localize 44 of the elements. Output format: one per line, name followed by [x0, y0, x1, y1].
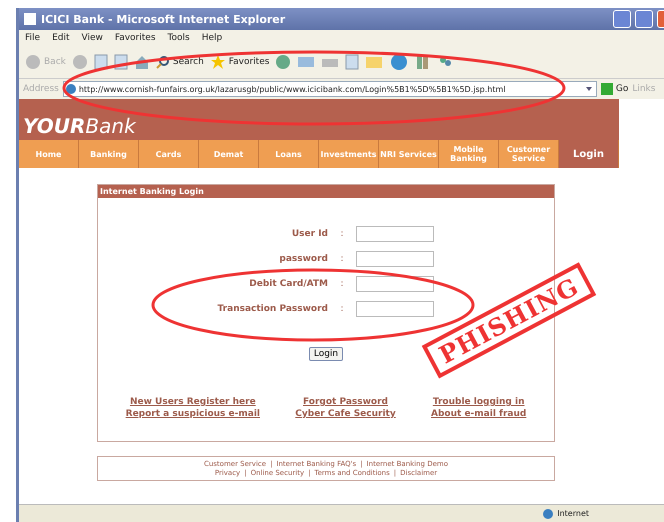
address-label: Address [23, 84, 59, 94]
link[interactable]: Forgot Password [303, 397, 388, 407]
link[interactable]: Report a suspicious e-mail [126, 409, 260, 419]
toolbar-button[interactable] [94, 54, 108, 70]
zone-label: Internet [557, 509, 589, 518]
colon: : [339, 304, 345, 314]
toolbar-button[interactable]: Favorites [210, 54, 270, 70]
login-button[interactable]: Login [308, 347, 344, 361]
address-field[interactable]: http://www.cornish-funfairs.org.uk/lazarusgb/public/www.icicibank.com/Login%5B1%5D%5B1%5D.jsp.html [62, 81, 597, 97]
toolbar-button[interactable] [345, 54, 360, 70]
link[interactable]: About e-mail fraud [431, 409, 526, 419]
star-icon [210, 54, 226, 70]
menu-item[interactable]: View [82, 33, 103, 43]
browser-icon [23, 12, 37, 26]
field-label: password [278, 254, 328, 264]
menu-item[interactable]: Tools [168, 33, 190, 43]
logo: YOURBank [22, 113, 138, 140]
home-icon [134, 54, 150, 70]
menu-item[interactable]: Help [202, 33, 222, 43]
input-field[interactable] [356, 251, 434, 267]
minimize-button[interactable] [613, 10, 631, 28]
toolbar-button[interactable] [134, 54, 150, 70]
panel-title: Internet Banking Login [98, 185, 554, 198]
input-field[interactable] [356, 301, 434, 317]
menu-item[interactable]: File [25, 33, 40, 43]
maximize-button[interactable] [635, 10, 653, 28]
field-label: User Id [290, 229, 328, 239]
page-icon [345, 54, 360, 70]
field-label: Transaction Password [216, 304, 328, 314]
input-field[interactable] [356, 226, 434, 242]
page-icon [94, 54, 108, 70]
link[interactable]: Trouble logging in [432, 397, 524, 407]
field-label: Debit Card/ATM [248, 279, 328, 289]
menu-item[interactable]: Favorites [114, 33, 156, 43]
colon: : [339, 229, 345, 239]
colon: : [339, 279, 345, 289]
search-icon [156, 55, 170, 69]
window-title: ICICI Bank - Microsoft Internet Explorer [41, 12, 286, 26]
colon: : [339, 254, 345, 264]
input-field[interactable] [356, 276, 434, 292]
link[interactable]: Cyber Cafe Security [295, 409, 396, 419]
menu-item[interactable]: Edit [52, 33, 70, 43]
link[interactable]: New Users Register here [130, 397, 256, 407]
go-button[interactable]: Go [600, 83, 628, 95]
